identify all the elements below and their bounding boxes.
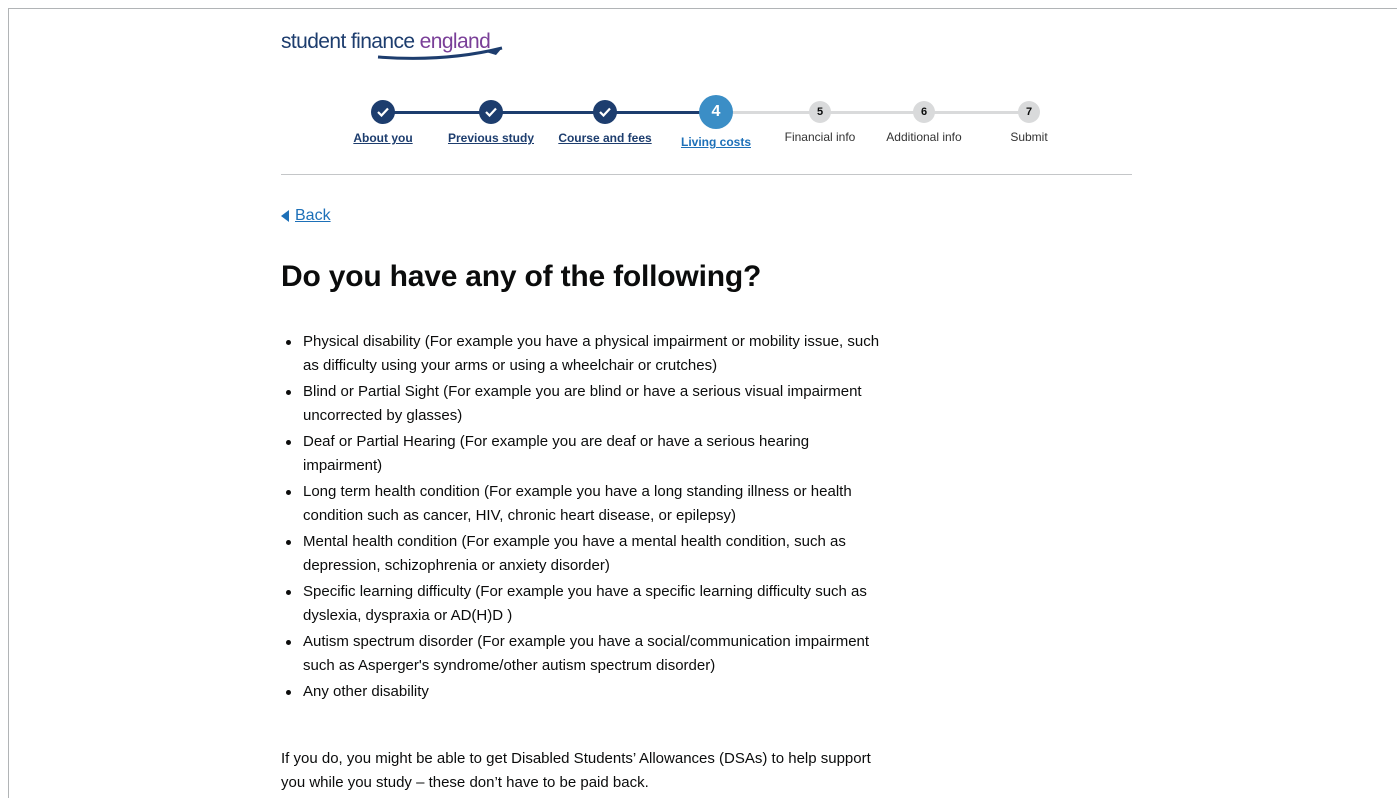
step-4: 4 Living costs	[661, 95, 771, 149]
step-number: 6	[913, 101, 935, 123]
step-label: Submit	[1010, 130, 1048, 144]
step-label: Additional info	[886, 130, 962, 144]
back-link[interactable]: Back	[281, 207, 331, 225]
check-icon	[593, 100, 617, 124]
step-1[interactable]: About you	[328, 97, 438, 145]
sfe-logo[interactable]: student finance england	[281, 30, 503, 62]
condition-item: Blind or Partial Sight (For example you …	[281, 380, 881, 428]
step-7: 7 Submit	[974, 97, 1084, 144]
step-label: Financial info	[784, 130, 856, 144]
step-6: 6 Additional info	[869, 97, 979, 144]
check-icon	[479, 100, 503, 124]
step-label[interactable]: Course and fees	[550, 131, 660, 145]
step-number: 4	[699, 95, 733, 129]
condition-item: Physical disability (For example you hav…	[281, 330, 881, 378]
step-label[interactable]: About you	[328, 131, 438, 145]
condition-item: Any other disability	[281, 680, 881, 704]
header-divider	[281, 174, 1132, 175]
conditions-list: Physical disability (For example you hav…	[281, 330, 881, 706]
condition-item: Deaf or Partial Hearing (For example you…	[281, 430, 881, 478]
step-2[interactable]: Previous study	[436, 97, 546, 145]
dsa-paragraph: If you do, you might be able to get Disa…	[281, 750, 871, 791]
back-label: Back	[295, 207, 331, 224]
condition-item: Long term health condition (For example …	[281, 480, 881, 528]
condition-item: Mental health condition (For example you…	[281, 530, 881, 578]
condition-item: Specific learning difficulty (For exampl…	[281, 580, 881, 628]
step-number: 7	[1018, 101, 1040, 123]
step-5: 5 Financial info	[765, 97, 875, 144]
progress-stepper: About you Previous study Course and fees 4 L…	[341, 95, 1061, 157]
page-title: Do you have any of the following?	[281, 260, 762, 293]
step-label[interactable]: Previous study	[436, 131, 546, 145]
step-label: Living costs	[680, 135, 751, 149]
step-3[interactable]: Course and fees	[550, 97, 660, 145]
condition-item: Autism spectrum disorder (For example yo…	[281, 630, 881, 678]
step-number: 5	[809, 101, 831, 123]
check-icon	[371, 100, 395, 124]
logo-swoosh-icon	[377, 46, 503, 60]
back-arrow-icon	[281, 210, 289, 222]
